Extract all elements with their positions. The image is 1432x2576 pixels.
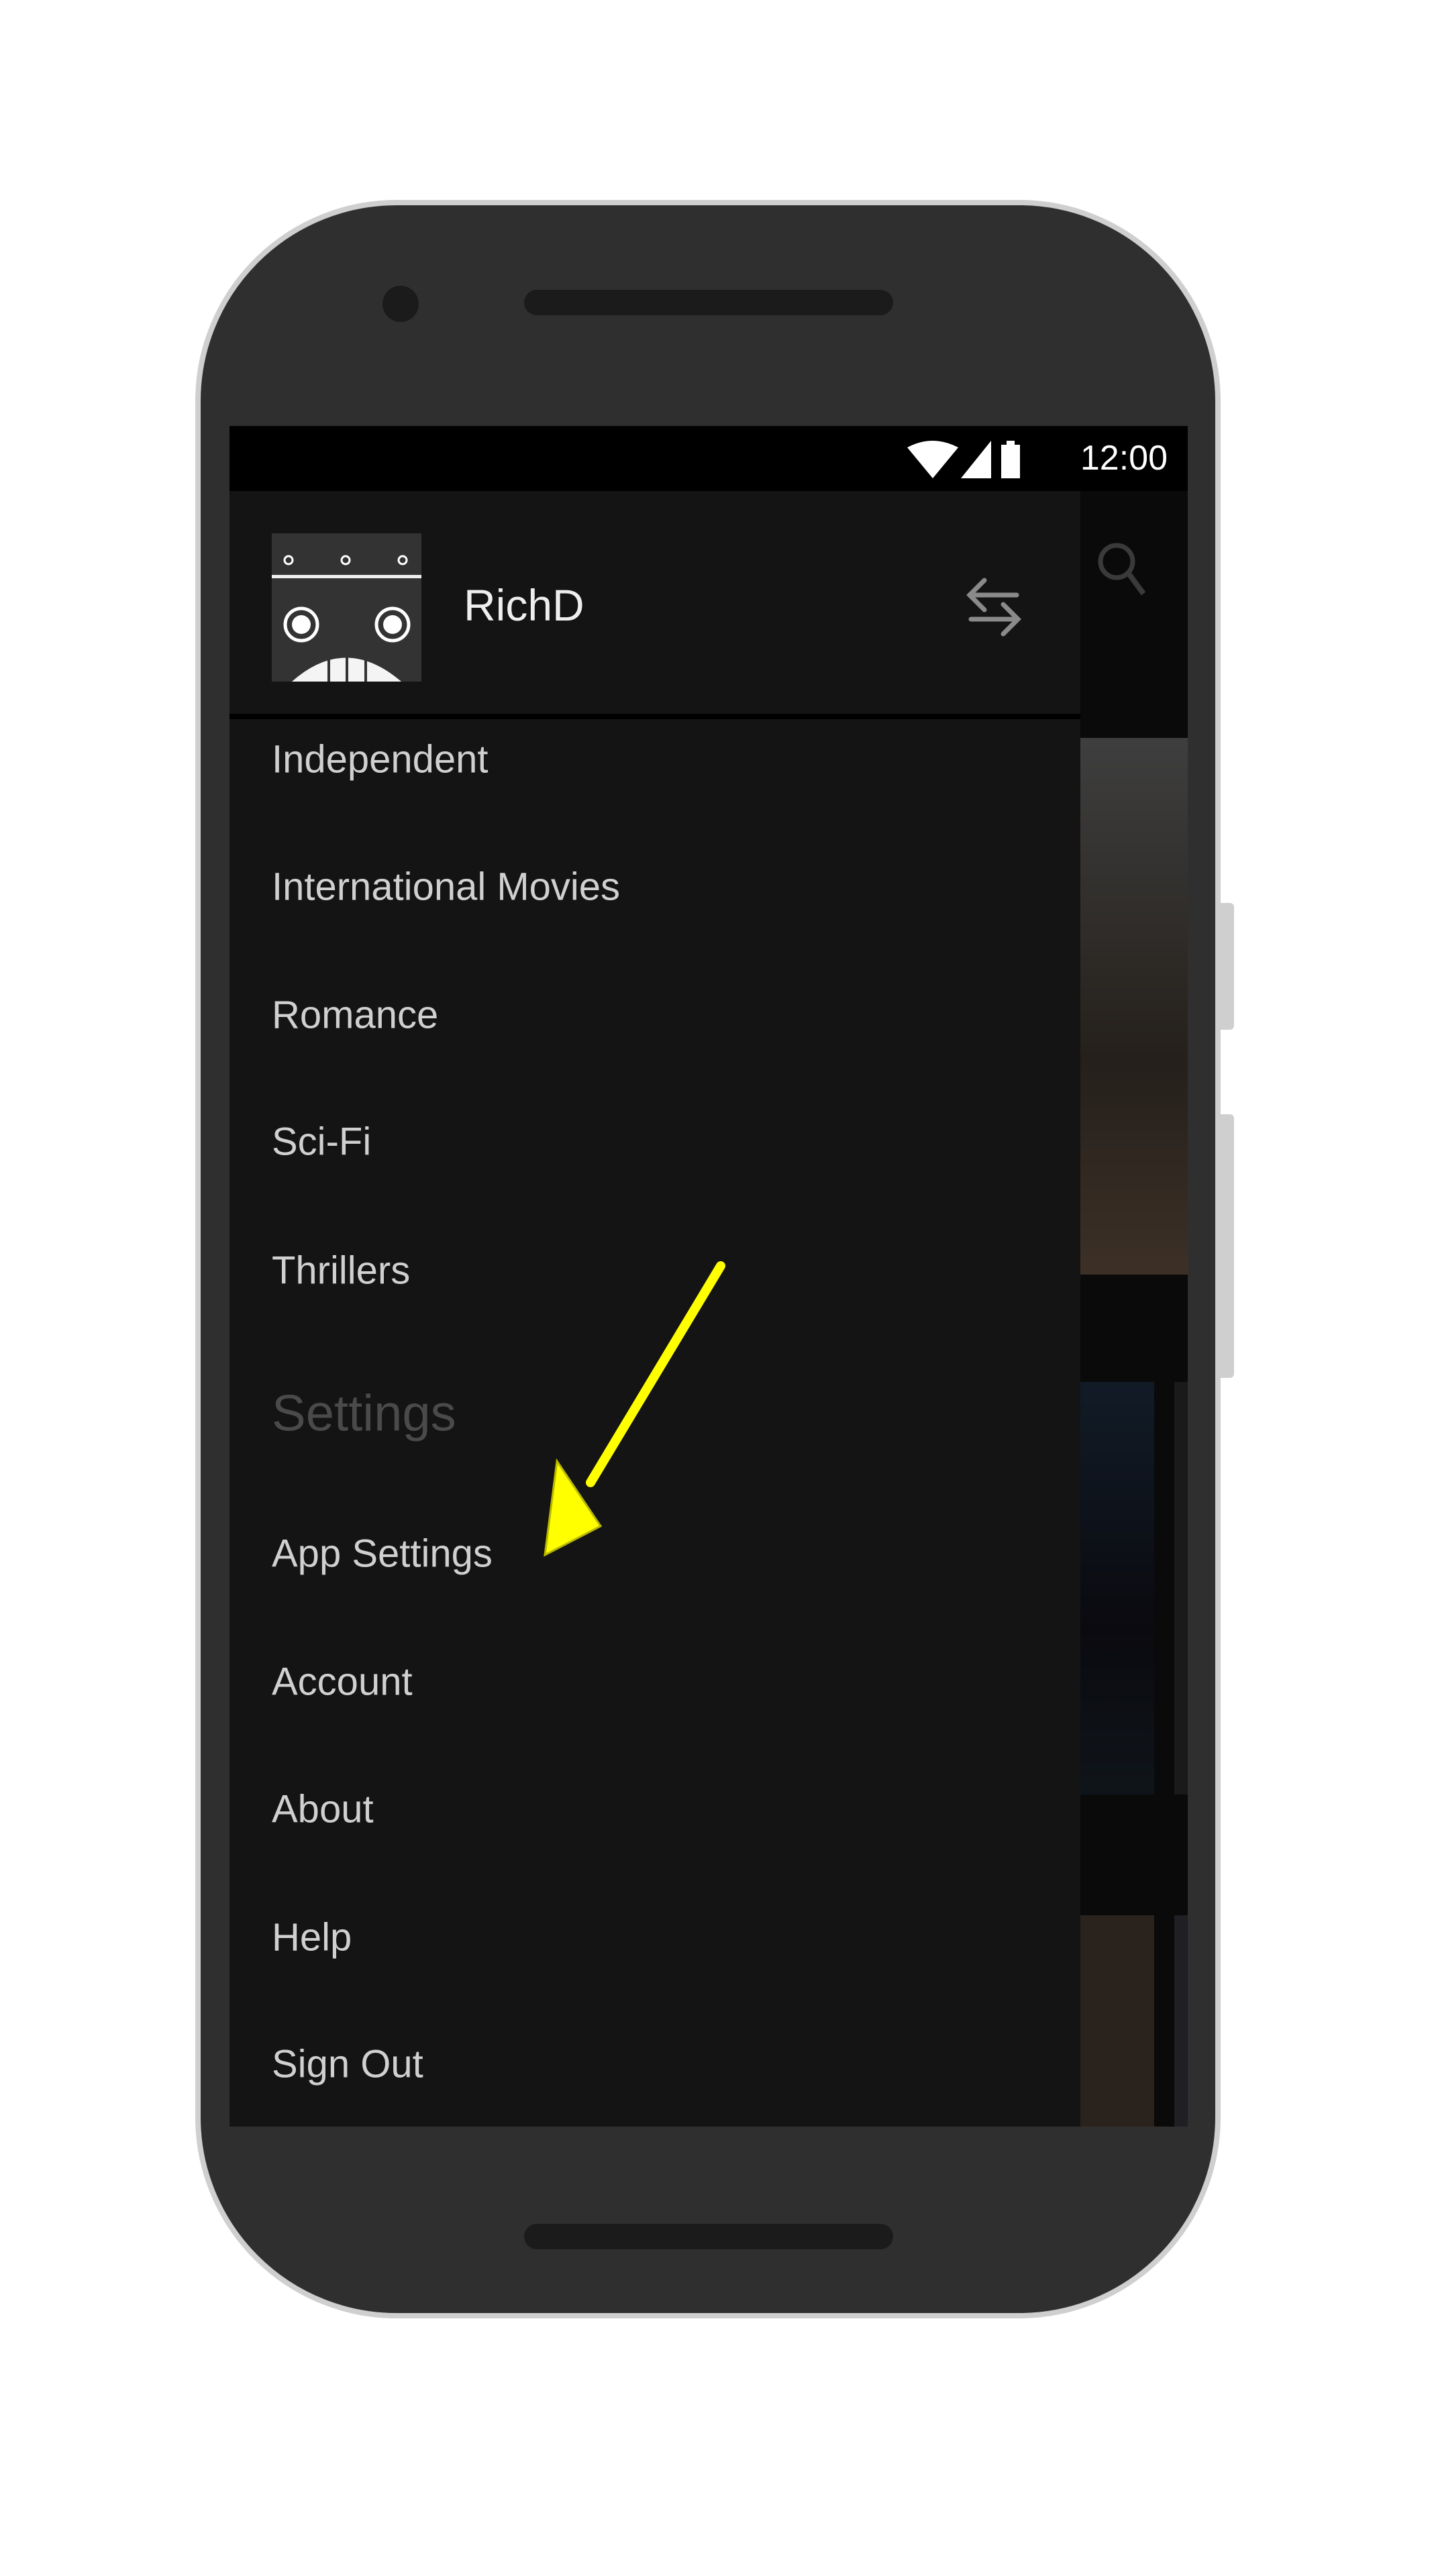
- drawer-header: RichD: [229, 491, 1080, 719]
- profile-name: RichD: [464, 580, 584, 630]
- profile-avatar[interactable]: [272, 533, 421, 682]
- menu-item-international-movies[interactable]: International Movies: [272, 865, 620, 910]
- earpiece: [524, 290, 893, 315]
- navigation-drawer: RichD Independent International Movies R…: [229, 491, 1080, 2127]
- menu-item-thrillers[interactable]: Thrillers: [272, 1248, 410, 1293]
- volume-button: [1221, 903, 1234, 1030]
- poster-thumbnail[interactable]: [1080, 1915, 1154, 2127]
- poster-thumbnail[interactable]: [1080, 1382, 1154, 1794]
- wifi-icon: [907, 441, 958, 478]
- poster-thumbnail[interactable]: [1174, 1915, 1188, 2127]
- menu-item-independent[interactable]: Independent: [272, 737, 489, 782]
- clock: 12:00: [1080, 439, 1168, 478]
- front-camera: [382, 286, 419, 322]
- menu-item-romance[interactable]: Romance: [272, 993, 438, 1038]
- wifi-signal-battery-icons: [907, 441, 1020, 478]
- featured-banner[interactable]: [1080, 738, 1188, 1275]
- menu-item-about[interactable]: About: [272, 1787, 374, 1832]
- menu-item-sign-out[interactable]: Sign Out: [272, 2042, 423, 2087]
- menu-item-account[interactable]: Account: [272, 1660, 413, 1705]
- menu-item-help[interactable]: Help: [272, 1915, 352, 1960]
- screen: 12:00 RichD Independent International Mo…: [229, 426, 1188, 2127]
- status-bar: 12:00: [229, 426, 1188, 491]
- menu-item-app-settings[interactable]: App Settings: [272, 1532, 493, 1576]
- menu-item-sci-fi[interactable]: Sci-Fi: [272, 1120, 371, 1165]
- search-icon[interactable]: [1095, 540, 1149, 600]
- power-button: [1221, 1114, 1234, 1378]
- battery-icon: [1001, 445, 1020, 478]
- signal-icon: [961, 441, 991, 478]
- section-header-settings: Settings: [272, 1385, 456, 1442]
- poster-thumbnail[interactable]: [1174, 1382, 1188, 1794]
- bottom-speaker: [524, 2224, 893, 2249]
- swap-arrows-icon[interactable]: [958, 568, 1031, 642]
